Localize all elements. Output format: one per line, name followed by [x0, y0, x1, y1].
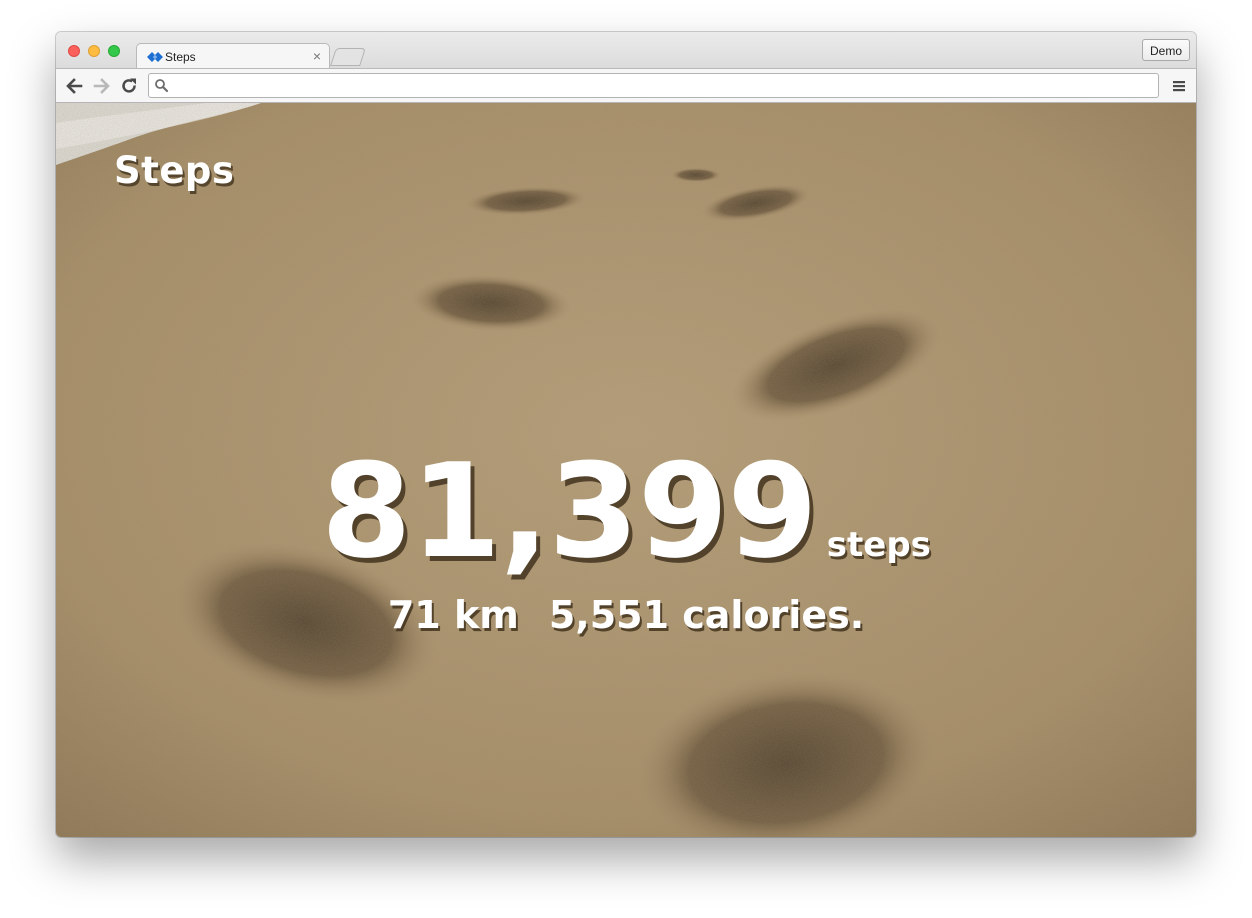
forward-arrow-icon[interactable] — [92, 76, 112, 96]
steps-unit-label: steps — [826, 525, 931, 565]
calories-value: 5,551 calories. — [548, 593, 865, 637]
minimize-window-button[interactable] — [88, 45, 100, 57]
back-arrow-icon[interactable] — [64, 76, 84, 96]
page-content: Steps 81,399 steps 71 km 5,551 calories. — [56, 103, 1196, 837]
tab-strip: Steps × Demo — [56, 32, 1196, 70]
distance-value: 71 km — [387, 593, 519, 637]
address-input[interactable] — [173, 76, 1147, 97]
app-logo-icon — [147, 52, 163, 62]
tab-steps[interactable]: Steps × — [136, 43, 330, 70]
menu-icon[interactable] — [1172, 79, 1186, 93]
browser-toolbar — [56, 68, 1196, 103]
zoom-window-button[interactable] — [108, 45, 120, 57]
address-bar[interactable] — [148, 73, 1159, 98]
tab-close-icon[interactable]: × — [313, 48, 321, 64]
tab-title: Steps — [165, 50, 196, 64]
reload-icon[interactable] — [119, 76, 139, 96]
browser-window: Steps × Demo Steps 81,399 steps 71 km 5,… — [56, 32, 1196, 837]
profile-button[interactable]: Demo — [1141, 39, 1190, 61]
steps-count: 81,399 — [321, 435, 818, 587]
page-title: Steps — [114, 149, 235, 192]
steps-summary: 81,399 steps — [56, 435, 1196, 587]
close-window-button[interactable] — [68, 45, 80, 57]
activity-stats: 71 km 5,551 calories. — [56, 593, 1196, 637]
search-icon — [155, 79, 169, 93]
new-tab-button[interactable] — [330, 48, 366, 66]
